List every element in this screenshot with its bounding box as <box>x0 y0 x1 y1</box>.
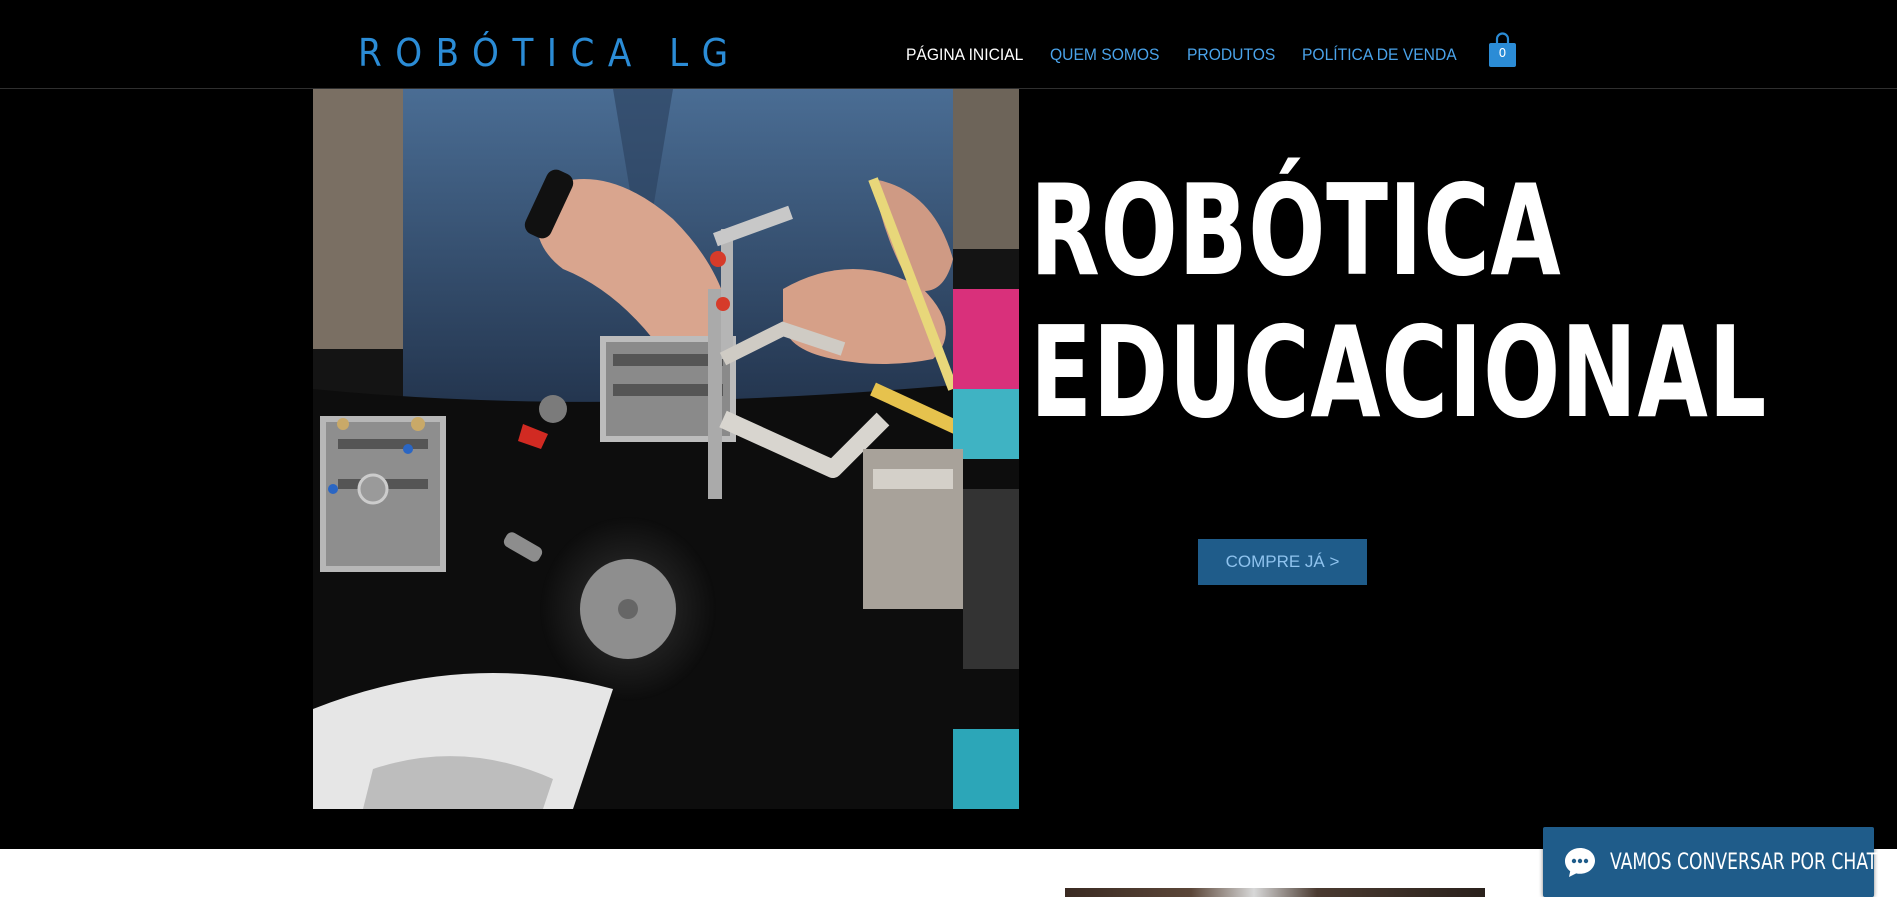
cart-button[interactable]: 0 <box>1488 32 1517 68</box>
robot-kit-photo <box>313 89 1019 809</box>
section-image-preview <box>1065 888 1485 897</box>
hero-image <box>313 89 1019 809</box>
nav-item-sales-policy[interactable]: POLÍTICA DE VENDA <box>1302 45 1457 65</box>
site-logo[interactable]: ROBÓTICA LG <box>358 30 742 76</box>
hero-title: ROBÓTICA EDUCACIONAL <box>1030 160 1767 444</box>
hero-title-line-1: ROBÓTICA <box>1030 157 1562 304</box>
nav-item-home[interactable]: PÁGINA INICIAL <box>906 45 1023 65</box>
site-header: ROBÓTICA LG PÁGINA INICIAL QUEM SOMOS PR… <box>0 0 1897 89</box>
chat-widget-button[interactable]: VAMOS CONVERSAR POR CHAT <box>1543 827 1878 897</box>
hero-title-line-2: EDUCACIONAL <box>1030 299 1768 446</box>
cart-count: 0 <box>1498 46 1507 60</box>
chat-label: VAMOS CONVERSAR POR CHAT <box>1610 850 1878 875</box>
nav-item-products[interactable]: PRODUTOS <box>1187 45 1275 65</box>
chat-bubble-icon <box>1565 848 1595 877</box>
nav-item-about[interactable]: QUEM SOMOS <box>1050 45 1159 65</box>
buy-now-button[interactable]: COMPRE JÁ > <box>1198 539 1367 585</box>
